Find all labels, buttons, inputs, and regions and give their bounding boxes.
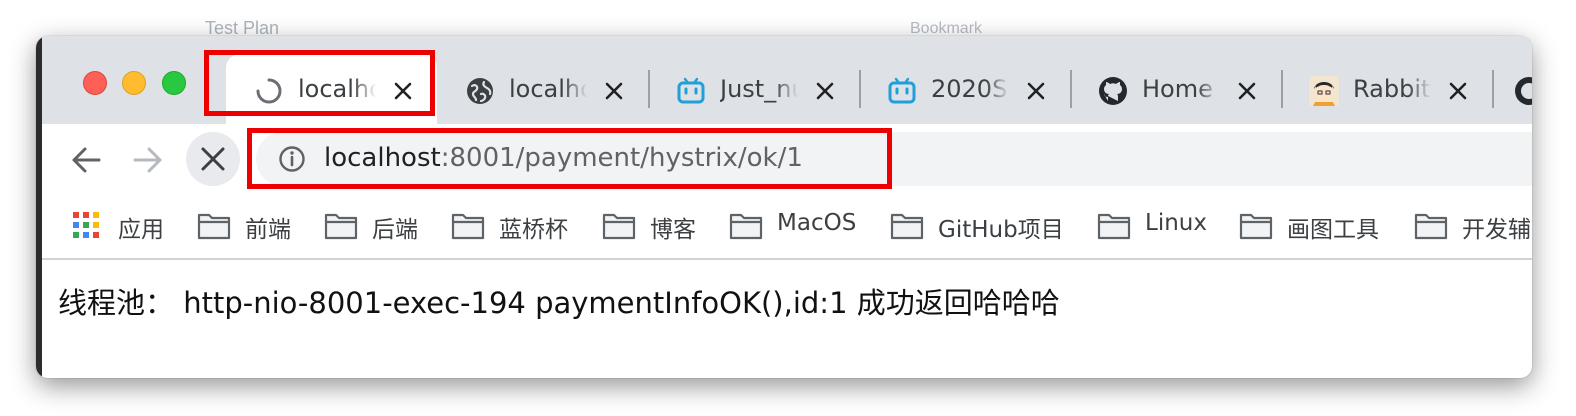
page-response-text: 线程池： http-nio-8001-exec-194 paymentInfoO…: [58, 286, 1060, 320]
bookmarks-bar: 应用 前端 后端 蓝桥杯 博客 MacOS GitHub项目 Linux 画图工…: [36, 194, 1532, 260]
tab-title: 2020SpringCloud: [931, 75, 1009, 103]
bookmark-label: 蓝桥杯: [499, 217, 568, 243]
close-tab-icon[interactable]: [1446, 79, 1470, 103]
bookmark-label: 后端: [372, 217, 418, 243]
bookmark-label: 前端: [245, 217, 291, 243]
stop-loading-x-icon: [201, 147, 225, 171]
annotation-box-active-tab: [204, 50, 435, 116]
minimize-window-button[interactable]: [122, 71, 146, 95]
folder-icon: [729, 213, 763, 240]
bookmark-label: 开发辅: [1462, 217, 1531, 243]
close-tab-icon[interactable]: [813, 79, 837, 103]
annotation-box-address-bar: [247, 128, 892, 189]
close-tab-icon[interactable]: [1235, 79, 1259, 103]
close-tab-icon[interactable]: [1024, 79, 1048, 103]
window-edge: [36, 36, 42, 378]
tab-separator: [1492, 70, 1494, 108]
bilibili-icon: [888, 77, 916, 104]
bilibili-icon: [677, 77, 705, 104]
tab-bilibili-just-nuo[interactable]: Just_nuo: [648, 54, 859, 124]
avatar-favicon-icon: [1309, 76, 1339, 106]
forward-arrow-icon[interactable]: [128, 140, 168, 180]
folder-icon: [197, 213, 231, 240]
folder-icon: [1097, 213, 1131, 240]
globe-icon: [467, 78, 493, 104]
tab-localhost-timeout[interactable]: localhost:8001/payment/hystrix/timeout/1: [437, 54, 648, 124]
close-window-button[interactable]: [83, 71, 107, 95]
bookmark-label: MacOS: [777, 210, 857, 236]
folder-icon: [1414, 213, 1448, 240]
bookmark-label: Linux: [1145, 210, 1207, 236]
bookmark-label: 博客: [650, 217, 696, 243]
tab-github-home[interactable]: Home · GitHub: [1070, 54, 1281, 124]
close-tab-icon[interactable]: [602, 79, 626, 103]
folder-icon: [890, 213, 924, 240]
tab-title: RabbitMQ: [1353, 75, 1431, 103]
apps-grid-icon: [73, 212, 99, 238]
bookmark-label: 画图工具: [1287, 217, 1379, 243]
tab-title: localhost:8001/payment/hystrix/timeout/1: [509, 75, 587, 103]
github-icon: [1099, 77, 1127, 105]
folder-icon: [602, 213, 636, 240]
folder-icon: [1239, 213, 1273, 240]
bookmark-label: 应用: [118, 217, 164, 243]
tab-title: Home · GitHub: [1142, 75, 1220, 103]
folder-icon: [324, 213, 358, 240]
tab-bilibili-2020springcloud[interactable]: 2020SpringCloud: [859, 54, 1070, 124]
github-icon[interactable]: [1514, 76, 1532, 106]
back-arrow-icon[interactable]: [66, 140, 106, 180]
folder-icon: [451, 213, 485, 240]
stop-button[interactable]: [186, 132, 240, 186]
tab-rabbitmq[interactable]: RabbitMQ: [1281, 54, 1492, 124]
tab-title: Just_nuo: [720, 75, 798, 103]
zoom-window-button[interactable]: [162, 71, 186, 95]
bookmark-label: GitHub项目: [938, 217, 1064, 243]
